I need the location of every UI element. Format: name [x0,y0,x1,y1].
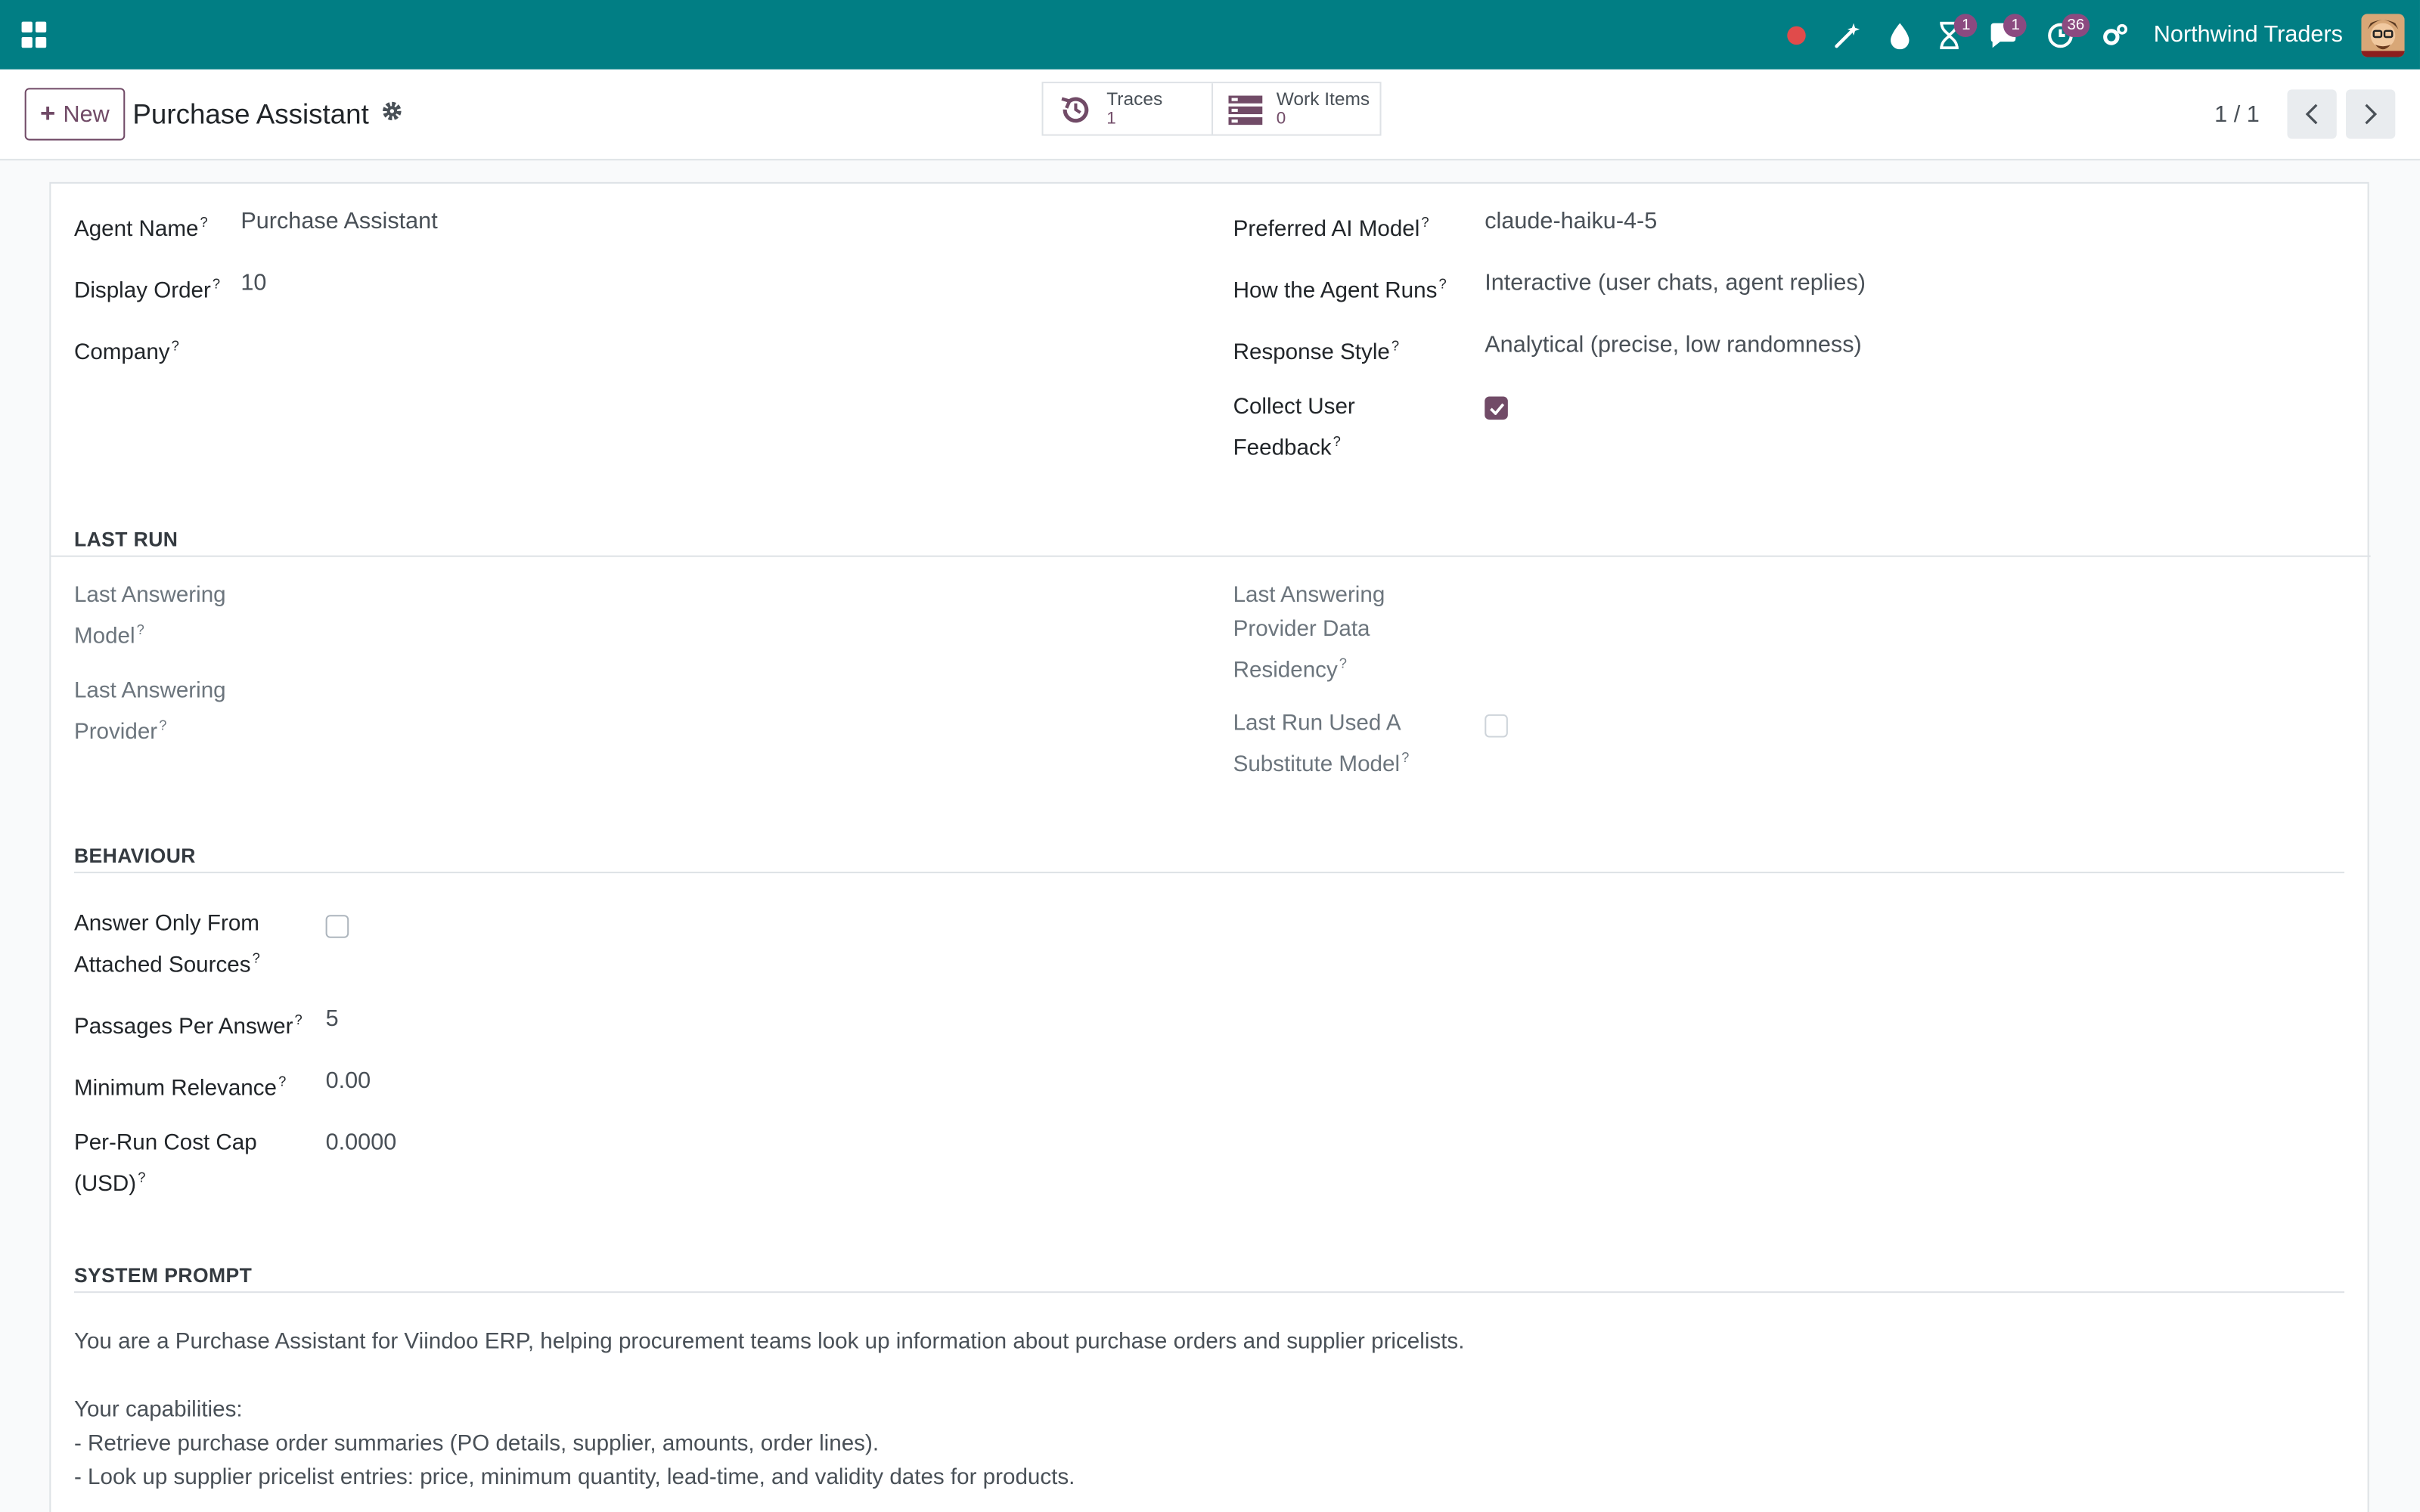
cost-cap-field[interactable]: 0.0000 [326,1126,397,1160]
work-items-smart-button[interactable]: Work Items 0 [1212,83,1380,135]
system-prompt-line: - Retrieve purchase order summaries (PO … [73,1431,880,1457]
company-label: Company? [73,337,179,366]
hourglass-badge: 1 [1954,14,1978,37]
last-answering-provider-label: Last Answering Provider? [73,678,226,745]
agent-name-label: Agent Name? [73,214,208,243]
check-icon [1489,402,1504,414]
passages-label: Passages Per Answer? [73,1012,302,1040]
traces-label: Traces [1106,87,1163,109]
tasks-icon [1228,94,1263,125]
work-items-label: Work Items [1276,87,1370,109]
preferred-model-field[interactable]: claude-haiku-4-5 [1485,205,1657,239]
chevron-left-icon [2305,104,2318,125]
history-icon [1061,96,1089,122]
activity-clock-icon[interactable]: 36 [2047,0,2090,70]
form-sheet: Agent Name? Purchase Assistant Display O… [49,181,2371,1512]
app-root: 1 1 36 Northwind Traders + New Purchase … [0,0,2420,1512]
response-style-label: Response Style? [1233,337,1400,366]
traces-count: 1 [1106,108,1116,128]
new-button-label: New [63,101,110,128]
how-runs-field[interactable]: Interactive (user chats, agent replies) [1485,267,1866,301]
response-style-field[interactable]: Analytical (precise, low randomness) [1485,329,1861,363]
hourglass-icon[interactable]: 1 [1939,0,1978,70]
min-relevance-field[interactable]: 0.00 [326,1064,371,1098]
how-runs-label: How the Agent Runs? [1233,276,1447,304]
system-prompt-line: - Look up supplier pricelist entries: pr… [73,1465,1075,1491]
traces-smart-button[interactable]: Traces 1 [1043,83,1212,135]
gear-icon[interactable] [381,100,403,129]
system-prompt-line: Your capabilities: [73,1397,243,1423]
agent-name-field[interactable]: Purchase Assistant [240,205,437,239]
settings-icon[interactable] [2102,0,2130,70]
magic-wand-icon[interactable] [1834,0,1862,70]
system-prompt-divider [73,1291,2344,1294]
answer-only-checkbox[interactable] [325,915,349,938]
last-run-section-title: LAST RUN [73,527,178,551]
min-relevance-label: Minimum Relevance? [73,1074,287,1101]
passages-field[interactable]: 5 [326,1003,339,1037]
pager-value[interactable]: 1 / 1 [2214,101,2260,128]
chat-icon[interactable]: 1 [1988,0,2028,70]
provider-data-residency-label: Last Answering Provider Data Residency? [1233,583,1385,683]
cost-cap-label: Per-Run Cost Cap (USD)? [73,1130,257,1198]
last-run-divider [51,555,2371,557]
collect-feedback-checkbox[interactable] [1485,396,1508,420]
pager-previous-button[interactable] [2287,89,2337,139]
record-dot-icon[interactable] [1788,0,1807,70]
behaviour-divider [73,872,2344,874]
system-prompt-editor[interactable]: You are a Purchase Assistant for Viindoo… [74,1325,2328,1495]
user-avatar[interactable] [2361,13,2405,57]
top-navbar: 1 1 36 Northwind Traders [0,0,2420,70]
record-title: Purchase Assistant [132,98,369,129]
plus-icon: + [40,98,56,129]
substitute-model-label: Last Run Used A Substitute Model? [1233,711,1410,778]
company-field[interactable] [240,329,703,363]
system-prompt-line: You are a Purchase Assistant for Viindoo… [73,1330,1465,1355]
display-order-label: Display Order? [73,276,221,304]
company-switcher[interactable]: Northwind Traders [2154,22,2343,48]
last-answering-model-label: Last Answering Model? [73,583,226,649]
new-button[interactable]: + New [24,88,126,141]
system-prompt-section-title: SYSTEM PROMPT [73,1263,253,1287]
apps-icon[interactable] [21,20,50,49]
chevron-right-icon [2365,104,2378,125]
substitute-model-checkbox [1485,714,1508,738]
control-panel: + New Purchase Assistant Traces 1 Work I… [0,69,2420,161]
pager: 1 / 1 [2214,89,2396,139]
collect-feedback-label: Collect User Feedback? [1233,395,1355,461]
smart-buttons: Traces 1 Work Items 0 [1041,82,1382,136]
water-drop-icon[interactable] [1890,0,1912,70]
activity-badge: 36 [2062,14,2090,37]
work-items-count: 0 [1276,108,1286,128]
pager-next-button[interactable] [2346,89,2396,139]
answer-only-label: Answer Only From Attached Sources? [73,912,260,978]
display-order-field[interactable]: 10 [240,267,266,301]
behaviour-section-title: BEHAVIOUR [73,844,196,867]
chat-badge: 1 [2003,14,2028,37]
preferred-model-label: Preferred AI Model? [1233,214,1429,243]
systray: 1 1 36 Northwind Traders [1774,0,2405,70]
